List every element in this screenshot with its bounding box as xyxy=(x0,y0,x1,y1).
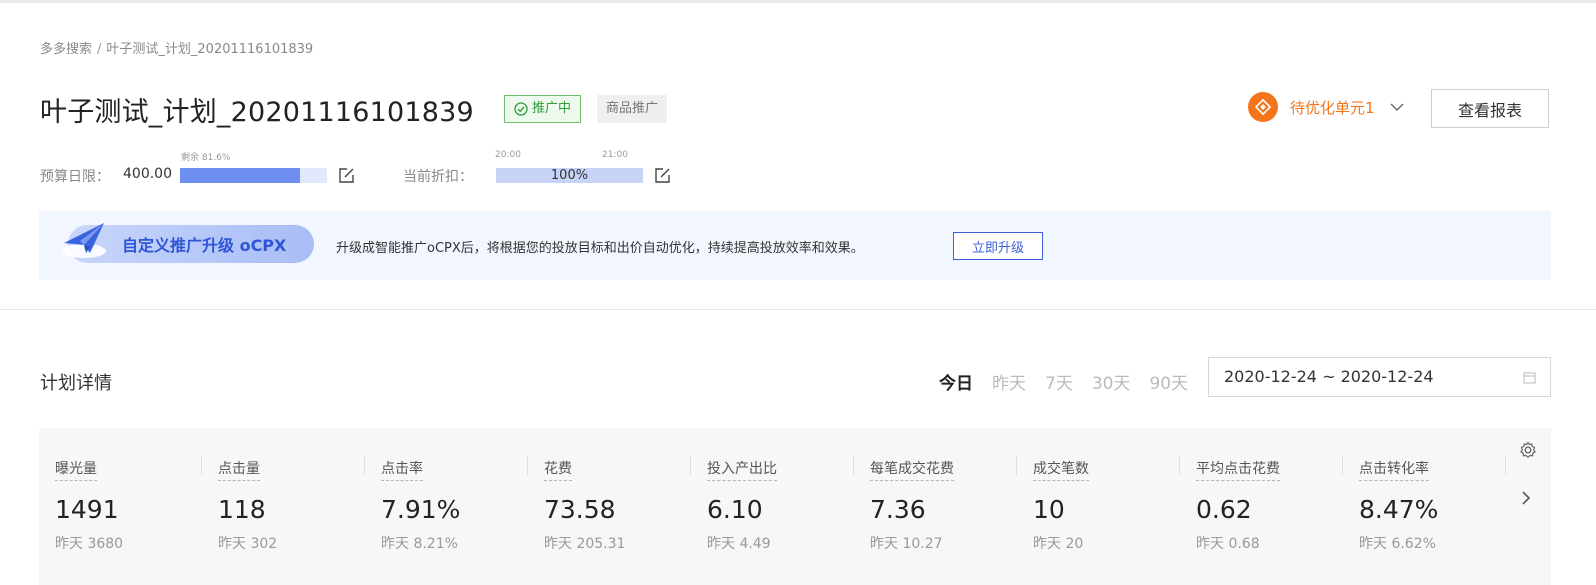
discount-time-start: 20:00 xyxy=(495,150,521,160)
ocpx-banner-title: 自定义推广升级 oCPX xyxy=(122,236,287,255)
tab-yesterday[interactable]: 昨天 xyxy=(992,369,1026,394)
metric-value: 7.91% xyxy=(381,495,461,524)
metric-divider xyxy=(853,455,854,475)
metric-value: 7.36 xyxy=(870,495,926,524)
breadcrumb: 多多搜索 / 叶子测试_计划_20201116101839 xyxy=(40,38,313,57)
top-border xyxy=(0,0,1596,3)
view-report-button[interactable]: 查看报表 xyxy=(1431,89,1549,128)
chevron-right-icon[interactable] xyxy=(1519,489,1533,507)
check-circle-icon xyxy=(514,102,528,116)
metric-value: 10 xyxy=(1033,495,1065,524)
tab-today[interactable]: 今日 xyxy=(939,369,973,394)
discount-time-end: 21:00 xyxy=(602,150,628,160)
chevron-down-icon xyxy=(1390,103,1404,111)
optimize-icon xyxy=(1248,92,1278,122)
metric-impressions: 曝光量 1491 昨天 3680 xyxy=(55,458,205,553)
metric-roi: 投入产出比 6.10 昨天 4.49 xyxy=(707,458,857,553)
paper-plane-icon xyxy=(62,223,106,258)
metric-divider xyxy=(527,455,528,475)
breadcrumb-current: 叶子测试_计划_20201116101839 xyxy=(106,42,314,57)
discount-value: 100% xyxy=(496,168,643,183)
metric-previous: 昨天 20 xyxy=(1033,536,1084,552)
upgrade-now-button[interactable]: 立即升级 xyxy=(953,232,1043,260)
status-text: 推广中 xyxy=(532,101,572,116)
metric-name: 曝光量 xyxy=(55,458,97,481)
breadcrumb-root[interactable]: 多多搜索 xyxy=(40,42,92,57)
metric-previous: 昨天 10.27 xyxy=(870,536,943,552)
breadcrumb-separator: / xyxy=(97,42,102,57)
metric-clicks: 点击量 118 昨天 302 xyxy=(218,458,368,553)
metric-divider xyxy=(201,455,202,475)
metric-avg-click-cost: 平均点击花费 0.62 昨天 0.68 xyxy=(1196,458,1346,553)
tab-90-days[interactable]: 90天 xyxy=(1149,369,1188,394)
edit-budget-icon[interactable] xyxy=(338,167,355,184)
metric-orders: 成交笔数 10 昨天 20 xyxy=(1033,458,1183,553)
metric-ctr: 点击率 7.91% 昨天 8.21% xyxy=(381,458,531,553)
metric-previous: 昨天 4.49 xyxy=(707,536,771,552)
tab-7-days[interactable]: 7天 xyxy=(1045,369,1073,394)
discount-label: 当前折扣： xyxy=(403,169,473,185)
tab-30-days[interactable]: 30天 xyxy=(1092,369,1131,394)
metric-name: 点击转化率 xyxy=(1359,458,1429,481)
budget-remaining-label: 剩余 81.6% xyxy=(181,153,231,163)
optimize-units-dropdown[interactable]: 待优化单元1 xyxy=(1248,91,1405,123)
metric-previous: 昨天 8.21% xyxy=(381,536,458,552)
metric-divider xyxy=(364,455,365,475)
metric-value: 8.47% xyxy=(1359,495,1439,524)
budget-value: 400.00 xyxy=(123,166,172,182)
metric-conversion-rate: 点击转化率 8.47% 昨天 6.62% xyxy=(1359,458,1499,553)
metric-previous: 昨天 0.68 xyxy=(1196,536,1260,552)
metric-divider xyxy=(1016,455,1017,475)
plan-details-title: 计划详情 xyxy=(40,373,112,394)
metric-previous: 昨天 3680 xyxy=(55,536,124,552)
metric-previous: 昨天 6.62% xyxy=(1359,536,1436,552)
metric-value: 73.58 xyxy=(544,495,616,524)
status-badge: 推广中 xyxy=(504,95,582,123)
edit-discount-icon[interactable] xyxy=(654,167,671,184)
calendar-icon xyxy=(1523,372,1536,384)
metric-name: 点击率 xyxy=(381,458,423,481)
metric-divider xyxy=(1342,455,1343,475)
promotion-type-badge: 商品推广 xyxy=(597,95,668,123)
metric-name: 点击量 xyxy=(218,458,260,481)
metric-previous: 昨天 302 xyxy=(218,536,278,552)
budget-label: 预算日限： xyxy=(40,169,110,185)
metric-value: 118 xyxy=(218,495,266,524)
date-range-value: 2020-12-24 ~ 2020-12-24 xyxy=(1224,367,1434,386)
date-tabs: 今日 昨天 7天 30天 90天 xyxy=(939,369,1207,394)
metric-spend: 花费 73.58 昨天 205.31 xyxy=(544,458,694,553)
metric-name: 每笔成交花费 xyxy=(870,458,954,481)
metric-value: 6.10 xyxy=(707,495,763,524)
metric-value: 1491 xyxy=(55,495,119,524)
optimize-units-label: 待优化单元1 xyxy=(1290,98,1375,117)
page-title: 叶子测试_计划_20201116101839 xyxy=(40,97,474,128)
gear-icon[interactable] xyxy=(1519,441,1537,459)
metric-cost-per-order: 每笔成交花费 7.36 昨天 10.27 xyxy=(870,458,1020,553)
date-range-picker[interactable]: 2020-12-24 ~ 2020-12-24 xyxy=(1208,357,1551,397)
section-divider xyxy=(0,309,1596,310)
metric-value: 0.62 xyxy=(1196,495,1252,524)
budget-progress-fill xyxy=(180,168,300,183)
metric-name: 花费 xyxy=(544,458,572,481)
metric-name: 投入产出比 xyxy=(707,458,777,481)
ocpx-banner-description: 升级成智能推广oCPX后，将根据您的投放目标和出价自动优化，持续提高投放效率和效… xyxy=(336,241,864,256)
metric-name: 平均点击花费 xyxy=(1196,458,1280,481)
metric-divider xyxy=(1505,455,1506,475)
metric-name: 成交笔数 xyxy=(1033,458,1089,481)
metric-previous: 昨天 205.31 xyxy=(544,536,626,552)
metric-divider xyxy=(690,455,691,475)
metric-divider xyxy=(1179,455,1180,475)
budget-progress-bar xyxy=(180,168,327,183)
